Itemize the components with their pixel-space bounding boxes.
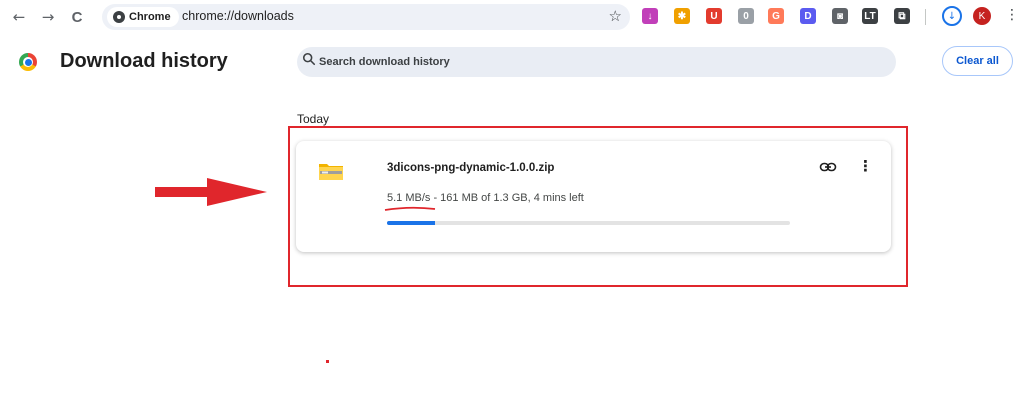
search-icon: [302, 52, 316, 66]
chrome-icon: [113, 11, 125, 23]
profile-avatar[interactable]: K: [973, 7, 991, 25]
date-section-label: Today: [297, 112, 330, 126]
browser-toolbar: ← → C Chrome chrome://downloads ☆ ↓ ✱ U 0 G D…: [0, 0, 1024, 34]
annotation-dot: [326, 360, 329, 363]
zip-folder-icon: [319, 164, 343, 180]
bookmark-star-icon[interactable]: ☆: [609, 7, 622, 25]
download-speed: 5.1 MB/s: [387, 192, 431, 204]
address-bar[interactable]: Chrome chrome://downloads ☆: [102, 4, 630, 30]
download-progress-text: - 161 MB of 1.3 GB, 4 mins left: [430, 192, 584, 204]
page-title: Download history: [60, 50, 228, 72]
download-indicator-icon[interactable]: ↓: [942, 6, 962, 26]
extension-download-icon[interactable]: ↓: [642, 8, 658, 24]
extension-camera-icon[interactable]: ◙: [832, 8, 848, 24]
url-text[interactable]: chrome://downloads: [182, 9, 294, 23]
annotation-arrow-icon: [155, 178, 267, 206]
extension-colorful-icon[interactable]: ✱: [674, 8, 690, 24]
download-item-card: 3dicons-png-dynamic-1.0.0.zip ⋮ 5.1 MB/s…: [296, 141, 891, 252]
copy-link-icon[interactable]: [819, 158, 837, 176]
extensions-puzzle-icon[interactable]: ⧉: [894, 8, 910, 24]
chrome-logo-icon: [19, 53, 37, 71]
search-box[interactable]: [297, 47, 896, 77]
download-progress-fill: [387, 221, 436, 225]
back-button[interactable]: ←: [8, 6, 30, 28]
forward-button[interactable]: →: [37, 6, 59, 28]
annotation-underline: [384, 206, 436, 211]
file-name-link[interactable]: 3dicons-png-dynamic-1.0.0.zip: [387, 162, 554, 174]
site-chip[interactable]: Chrome: [107, 7, 179, 27]
more-actions-icon[interactable]: ⋮: [858, 157, 873, 175]
search-input[interactable]: [319, 47, 879, 77]
extension-d-icon[interactable]: D: [800, 8, 816, 24]
browser-menu-icon[interactable]: ⋮: [1005, 7, 1019, 23]
download-status: 5.1 MB/s - 161 MB of 1.3 GB, 4 mins left: [387, 192, 584, 204]
clear-all-button[interactable]: Clear all: [942, 46, 1013, 76]
extension-g-icon[interactable]: G: [768, 8, 784, 24]
download-progress-bar: [387, 221, 790, 225]
extension-u-icon[interactable]: U: [706, 8, 722, 24]
site-chip-label: Chrome: [129, 11, 171, 23]
extension-capsule-icon[interactable]: 0: [738, 8, 754, 24]
reload-button[interactable]: C: [66, 6, 88, 28]
extension-lt-icon[interactable]: LT: [862, 8, 878, 24]
toolbar-divider: [925, 9, 926, 25]
